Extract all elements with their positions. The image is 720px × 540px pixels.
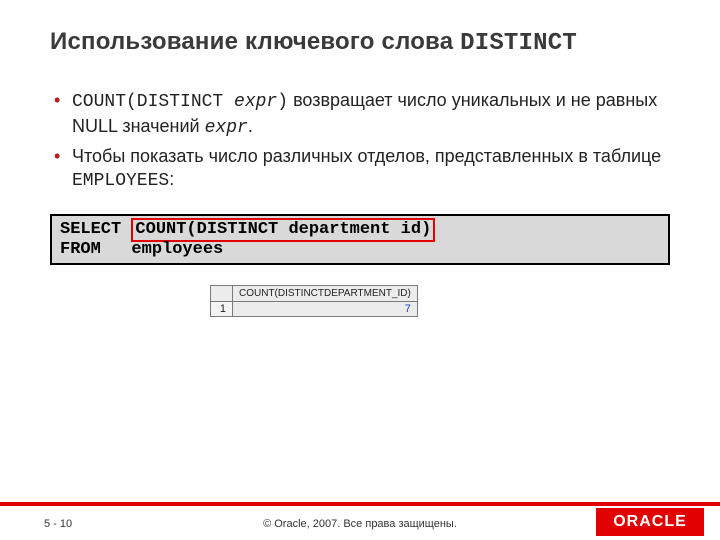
result-header-row: COUNT(DISTINCTDEPARTMENT_ID) (211, 286, 418, 302)
bullet1-expr1: expr (234, 92, 277, 112)
result-grid: COUNT(DISTINCTDEPARTMENT_ID) 1 7 (210, 285, 670, 317)
sql-from-kw: FROM (60, 240, 131, 259)
slide: Использование ключевого слова DISTINCT C… (0, 0, 720, 540)
oracle-logo: ORACLE (596, 508, 704, 536)
bullet2-tail: : (169, 169, 174, 189)
sql-table: employees (131, 240, 223, 259)
result-col-header: COUNT(DISTINCTDEPARTMENT_ID) (233, 286, 418, 302)
bullet1-expr2: expr (205, 118, 248, 138)
bullet1-code-post: ) (277, 92, 288, 112)
footer-red-bar (0, 502, 720, 506)
bullet2-pre: Чтобы показать число различных отделов, … (72, 146, 661, 166)
bullet2-table: EMPLOYEES (72, 171, 169, 191)
bullet-1: COUNT(DISTINCT expr) возвращает число ун… (54, 89, 670, 141)
result-rownum-header (211, 286, 233, 302)
slide-title: Использование ключевого слова DISTINCT (50, 28, 670, 57)
bullet1-tail: . (248, 116, 253, 136)
bullet1-code-pre: COUNT(DISTINCT (72, 92, 234, 112)
bullet-list: COUNT(DISTINCT expr) возвращает число ун… (50, 89, 670, 194)
bullet-2: Чтобы показать число различных отделов, … (54, 145, 670, 195)
result-row-number: 1 (211, 302, 233, 317)
footer: 5 - 10 © Oracle, 2007. Все права защищен… (0, 502, 720, 540)
title-keyword: DISTINCT (460, 30, 577, 57)
result-data-row: 1 7 (211, 302, 418, 317)
sql-select-kw: SELECT (60, 220, 121, 239)
title-text: Использование ключевого слова (50, 28, 460, 55)
sql-highlight: COUNT(DISTINCT department id) (131, 218, 435, 242)
result-table: COUNT(DISTINCTDEPARTMENT_ID) 1 7 (210, 285, 418, 317)
result-value: 7 (233, 302, 418, 317)
sql-code-block: SELECT COUNT(DISTINCT department id) FRO… (50, 214, 670, 265)
